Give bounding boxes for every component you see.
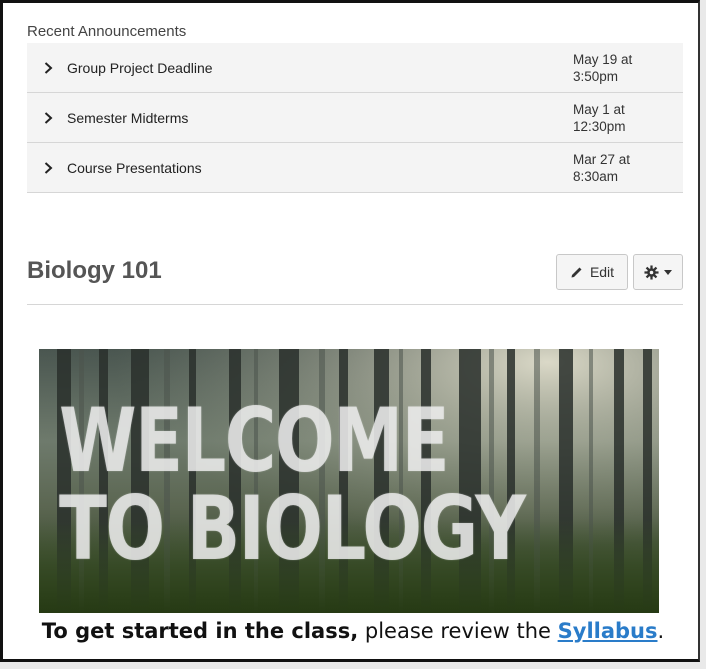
cta-end: .	[657, 619, 665, 643]
announcement-date-line2: 12:30pm	[573, 118, 626, 134]
welcome-banner-image: WELCOME TO BIOLOGY	[39, 349, 659, 613]
announcement-date-line1: May 1 at	[573, 101, 625, 117]
get-started-message: To get started in the class, please revi…	[3, 619, 698, 643]
announcement-date: May 1 at 12:30pm	[573, 101, 683, 135]
edit-button[interactable]: Edit	[556, 254, 628, 290]
chevron-right-icon	[39, 161, 57, 174]
cta-bold-text: To get started in the class,	[41, 619, 359, 643]
announcement-date-line1: May 19 at	[573, 51, 633, 67]
announcement-date: Mar 27 at 8:30am	[573, 151, 683, 185]
page-frame: Recent Announcements Group Project Deadl…	[0, 0, 700, 662]
announcement-row[interactable]: Course Presentations Mar 27 at 8:30am	[27, 143, 683, 193]
announcement-title[interactable]: Semester Midterms	[67, 110, 573, 126]
course-settings-menu-button[interactable]	[633, 254, 683, 290]
banner-heading: WELCOME TO BIOLOGY	[59, 389, 526, 580]
announcement-title[interactable]: Group Project Deadline	[67, 60, 573, 76]
announcements-heading: Recent Announcements	[27, 23, 187, 40]
announcement-title[interactable]: Course Presentations	[67, 160, 573, 176]
banner-line1: WELCOME	[59, 389, 450, 492]
announcement-date-line2: 3:50pm	[573, 68, 619, 84]
pencil-icon	[570, 265, 584, 279]
announcement-date-line2: 8:30am	[573, 168, 619, 184]
announcement-row[interactable]: Group Project Deadline May 19 at 3:50pm	[27, 43, 683, 93]
caret-down-icon	[664, 269, 672, 275]
announcements-list: Group Project Deadline May 19 at 3:50pm …	[27, 43, 683, 193]
announcement-row[interactable]: Semester Midterms May 1 at 12:30pm	[27, 93, 683, 143]
edit-button-label: Edit	[589, 264, 615, 280]
announcement-date: May 19 at 3:50pm	[573, 51, 683, 85]
gear-icon	[644, 264, 659, 280]
cta-text: please review the	[358, 619, 558, 643]
course-title: Biology 101	[27, 257, 162, 284]
section-divider	[27, 304, 683, 305]
announcement-date-line1: Mar 27 at	[573, 151, 631, 167]
banner-line2: TO BIOLOGY	[59, 477, 526, 580]
chevron-right-icon	[39, 61, 57, 74]
syllabus-link[interactable]: Syllabus	[558, 619, 658, 643]
chevron-right-icon	[39, 111, 57, 124]
